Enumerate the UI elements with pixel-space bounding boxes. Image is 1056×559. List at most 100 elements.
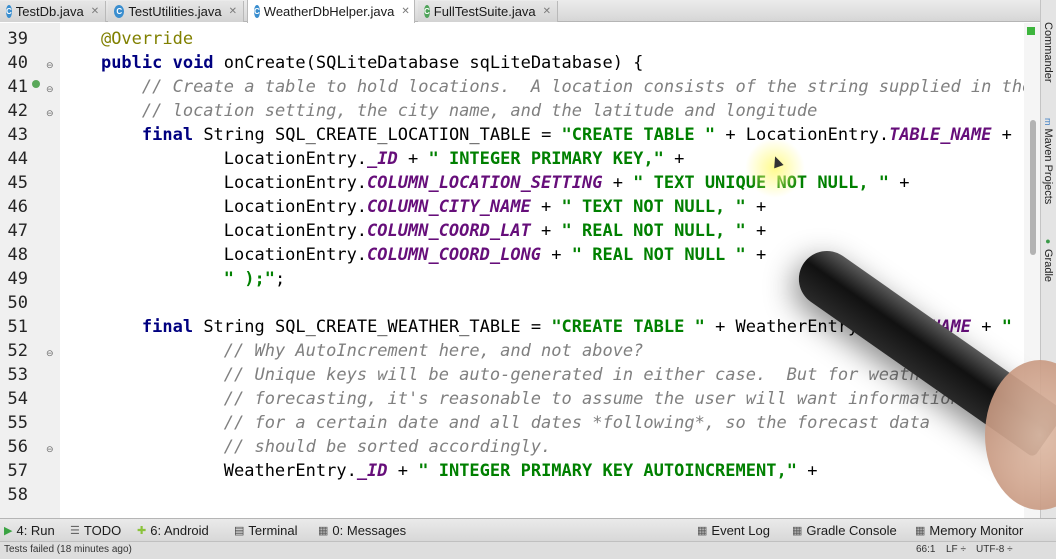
line-number[interactable]: 56 bbox=[0, 435, 28, 459]
line-number[interactable]: 39 bbox=[0, 27, 28, 51]
line-number-gutter: ⊖ ⊖ ⊖ ⊖ ⊖ 39 40 41 42 43 44 45 46 47 48 49 50 51 52 53… bbox=[0, 23, 60, 518]
fold-icon[interactable]: ⊖ bbox=[46, 85, 54, 95]
line-number[interactable]: 47 bbox=[0, 219, 28, 243]
code-line[interactable]: // for a certain date and all dates *fol… bbox=[60, 411, 930, 435]
tool-terminal[interactable]: ▤ Terminal bbox=[234, 523, 298, 538]
tool-messages[interactable]: ▦ 0: Messages bbox=[318, 523, 406, 538]
line-number[interactable]: 54 bbox=[0, 387, 28, 411]
code-token: LocationEntry. bbox=[60, 245, 368, 265]
code-token: + bbox=[745, 197, 767, 217]
line-number[interactable]: 41 bbox=[0, 75, 28, 99]
line-number[interactable]: 51 bbox=[0, 315, 28, 339]
tool-memory-monitor[interactable]: ▦ Memory Monitor bbox=[915, 523, 1023, 538]
status-message[interactable]: Tests failed (18 minutes ago) bbox=[4, 544, 132, 555]
tab-testutilities[interactable]: C TestUtilities.java ✕ bbox=[108, 1, 244, 22]
fold-icon[interactable]: ⊖ bbox=[46, 109, 54, 119]
code-line[interactable]: // forecasting, it's reasonable to assum… bbox=[60, 387, 961, 411]
code-editor[interactable]: @Override public void onCreate(SQLiteDat… bbox=[60, 23, 1024, 518]
code-token: WeatherEntry. bbox=[60, 461, 357, 481]
code-token: LocationEntry. bbox=[60, 221, 368, 241]
code-token: + bbox=[530, 221, 562, 241]
tool-gradle[interactable]: ● Gradle bbox=[1042, 236, 1054, 282]
code-token: " REAL NOT NULL, " bbox=[561, 221, 746, 241]
line-separator[interactable]: LF ÷ bbox=[946, 544, 966, 555]
code-token: // for a certain date and all dates *fol… bbox=[223, 413, 930, 433]
tool-label: TODO bbox=[83, 523, 122, 538]
tool-label: Memory Monitor bbox=[929, 523, 1024, 538]
code-line[interactable]: @Override bbox=[60, 27, 193, 51]
code-line[interactable]: LocationEntry.COLUMN_COORD_LONG + " REAL… bbox=[60, 243, 767, 267]
commander-label: Commander bbox=[1042, 22, 1054, 83]
line-number[interactable]: 58 bbox=[0, 483, 28, 507]
close-icon[interactable]: ✕ bbox=[401, 6, 409, 17]
code-line[interactable]: // location setting, the city name, and … bbox=[60, 99, 818, 123]
tool-label: Event Log bbox=[711, 523, 770, 538]
tab-weatherdbhelper[interactable]: C WeatherDbHelper.java ✕ bbox=[247, 0, 415, 23]
fold-icon[interactable]: ⊖ bbox=[46, 445, 54, 455]
code-token: String SQL_CREATE_WEATHER_TABLE = bbox=[203, 317, 552, 337]
caret-position[interactable]: 66:1 bbox=[916, 544, 935, 555]
code-line[interactable]: final String SQL_CREATE_LOCATION_TABLE =… bbox=[60, 123, 1024, 147]
scrollbar-thumb[interactable] bbox=[1030, 120, 1036, 255]
tool-gradle-console[interactable]: ▦ Gradle Console bbox=[792, 523, 897, 538]
tool-event-log[interactable]: ▦ Event Log bbox=[697, 523, 770, 538]
code-line[interactable]: // Unique keys will be auto-generated in… bbox=[60, 363, 940, 387]
tool-label: 0: Messages bbox=[332, 523, 407, 538]
line-number[interactable]: 48 bbox=[0, 243, 28, 267]
tool-commander[interactable]: Commander bbox=[1042, 22, 1054, 83]
line-number[interactable]: 45 bbox=[0, 171, 28, 195]
tab-fulltestsuite[interactable]: C FullTestSuite.java ✕ bbox=[418, 1, 558, 22]
code-line[interactable]: // should be sorted accordingly. bbox=[60, 435, 552, 459]
tool-maven-projects[interactable]: m Maven Projects bbox=[1042, 118, 1054, 204]
line-number[interactable]: 44 bbox=[0, 147, 28, 171]
code-token: + bbox=[889, 173, 910, 193]
code-token: // Unique keys will be auto-generated in… bbox=[223, 365, 941, 385]
close-icon[interactable]: ✕ bbox=[91, 6, 99, 17]
code-token: _ID bbox=[367, 149, 398, 169]
tab-testdb[interactable]: C TestDb.java ✕ bbox=[0, 1, 106, 22]
close-icon[interactable]: ✕ bbox=[229, 6, 237, 17]
code-token: + LocationEntry. bbox=[715, 125, 890, 145]
code-token: @Override bbox=[100, 29, 194, 49]
code-token: " INTEGER PRIMARY KEY AUTOINCREMENT," bbox=[418, 461, 797, 481]
status-bar: Tests failed (18 minutes ago) 66:1 LF ÷ … bbox=[0, 541, 1056, 559]
line-number[interactable]: 43 bbox=[0, 123, 28, 147]
line-number[interactable]: 42 bbox=[0, 99, 28, 123]
line-number[interactable]: 50 bbox=[0, 291, 28, 315]
code-token: " REAL NOT NULL " bbox=[571, 245, 746, 265]
tool-run[interactable]: ▶ 4: Run bbox=[4, 523, 55, 538]
code-line[interactable]: LocationEntry._ID + " INTEGER PRIMARY KE… bbox=[60, 147, 685, 171]
line-number[interactable]: 55 bbox=[0, 411, 28, 435]
override-marker-icon[interactable] bbox=[32, 80, 40, 88]
code-line[interactable]: LocationEntry.COLUMN_CITY_NAME + " TEXT … bbox=[60, 195, 767, 219]
file-encoding[interactable]: UTF-8 ÷ bbox=[976, 544, 1013, 555]
code-line[interactable]: WeatherEntry._ID + " INTEGER PRIMARY KEY… bbox=[60, 459, 818, 483]
code-line[interactable]: LocationEntry.COLUMN_COORD_LAT + " REAL … bbox=[60, 219, 767, 243]
code-token: COLUMN_LOCATION_SETTING bbox=[367, 173, 603, 193]
line-number[interactable]: 52 bbox=[0, 339, 28, 363]
code-line[interactable]: // Create a table to hold locations. A l… bbox=[60, 75, 1024, 99]
code-line[interactable]: // Why AutoIncrement here, and not above… bbox=[60, 339, 644, 363]
java-class-icon: C bbox=[6, 5, 12, 18]
fold-icon[interactable]: ⊖ bbox=[46, 349, 54, 359]
tool-window-bar: ▶ 4: Run ☰ TODO ✚ 6: Android ▤ Terminal … bbox=[0, 518, 1056, 541]
tool-todo[interactable]: ☰ TODO bbox=[70, 523, 121, 538]
line-number[interactable]: 53 bbox=[0, 363, 28, 387]
code-line[interactable]: public void onCreate(SQLiteDatabase sqLi… bbox=[60, 51, 643, 75]
fold-icon[interactable]: ⊖ bbox=[46, 61, 54, 71]
inspection-ok-icon[interactable] bbox=[1027, 27, 1035, 35]
tool-label: Terminal bbox=[248, 523, 298, 538]
tool-android[interactable]: ✚ 6: Android bbox=[137, 523, 209, 538]
line-number[interactable]: 46 bbox=[0, 195, 28, 219]
code-line[interactable]: " );"; bbox=[60, 267, 285, 291]
line-number[interactable]: 57 bbox=[0, 459, 28, 483]
close-icon[interactable]: ✕ bbox=[543, 6, 551, 17]
line-number[interactable]: 49 bbox=[0, 267, 28, 291]
code-token: COLUMN_COORD_LAT bbox=[367, 221, 531, 241]
line-number[interactable]: 40 bbox=[0, 51, 28, 75]
